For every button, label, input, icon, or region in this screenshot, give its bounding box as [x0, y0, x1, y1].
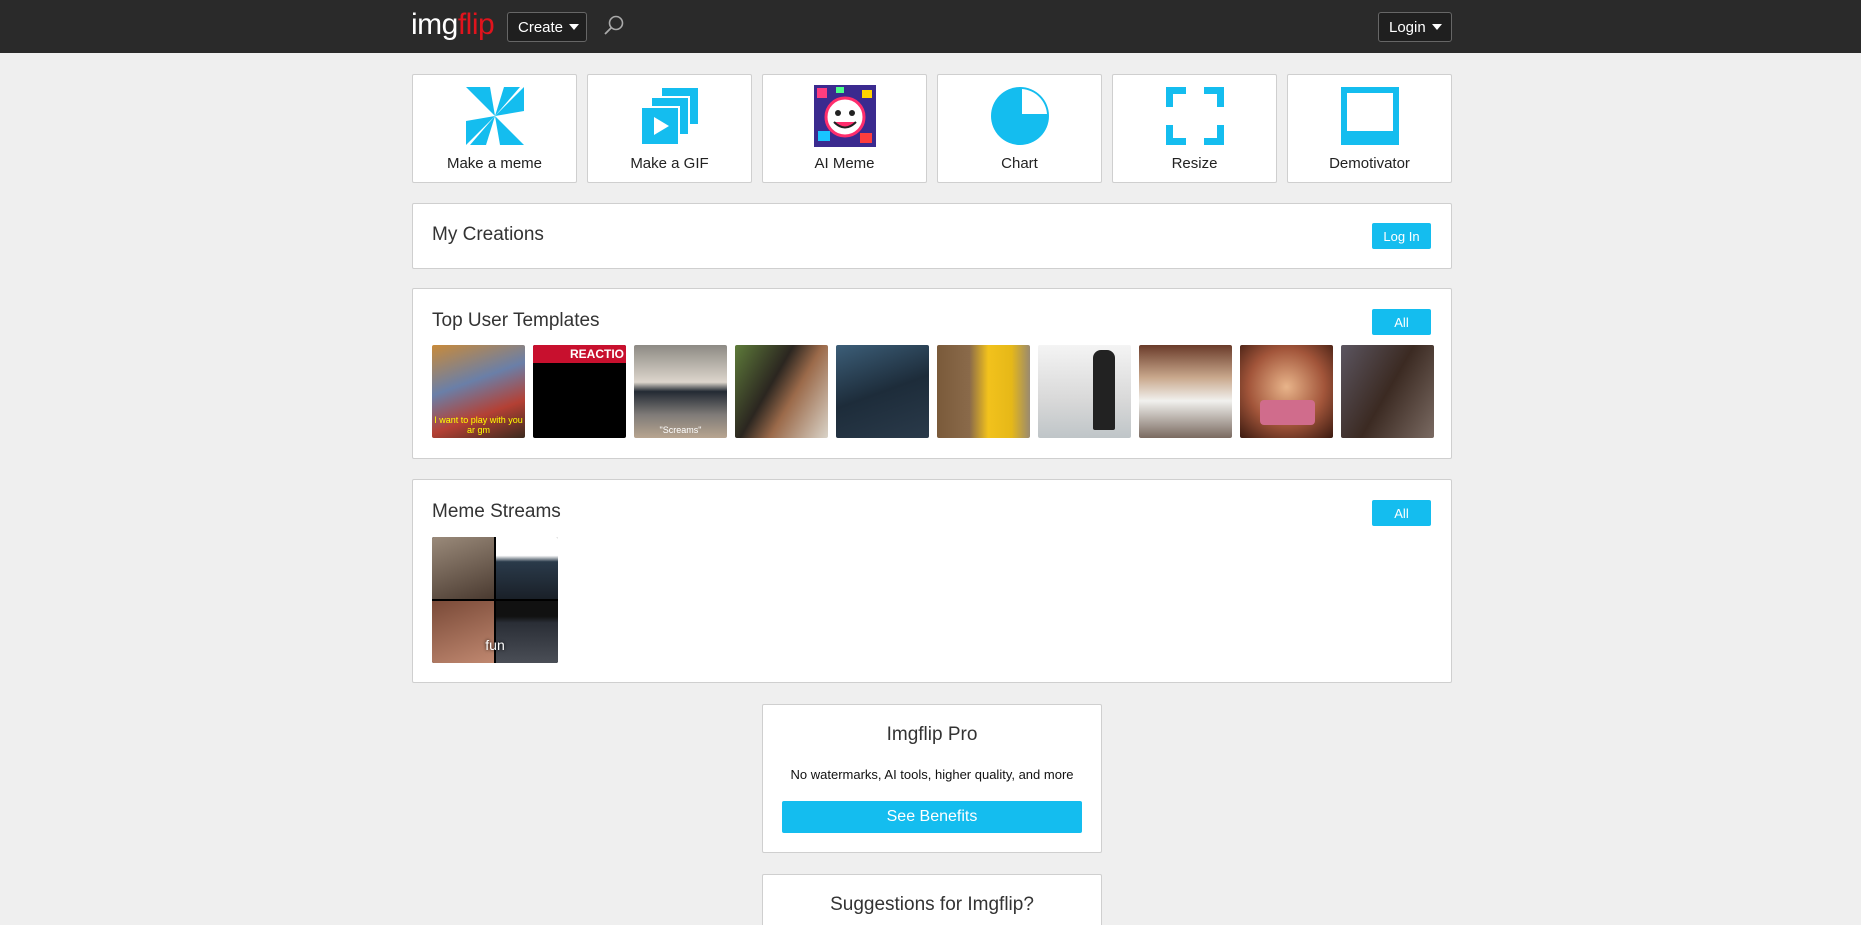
my-creations-title: My Creations: [432, 224, 544, 245]
caret-down-icon: [569, 24, 580, 30]
pro-description: No watermarks, AI tools, higher quality,…: [790, 767, 1074, 782]
ai-meme-icon: [813, 85, 876, 147]
template-thumbnails: I want to play with you ar gm REACTIO "S…: [432, 345, 1434, 438]
top-templates-title: Top User Templates: [432, 310, 600, 331]
template-thumb[interactable]: [1139, 345, 1232, 438]
imgflip-pro-card: Imgflip Pro No watermarks, AI tools, hig…: [762, 704, 1102, 853]
tool-make-a-meme[interactable]: Make a meme: [412, 74, 577, 183]
template-thumb[interactable]: [1240, 345, 1333, 438]
tool-chart[interactable]: Chart: [937, 74, 1102, 183]
my-creations-panel: My Creations Log In: [412, 203, 1452, 269]
resize-corners-icon: [1165, 87, 1224, 145]
tool-demotivator[interactable]: Demotivator: [1287, 74, 1452, 183]
stream-preview-image: [496, 601, 558, 663]
login-menu-button[interactable]: Login: [1378, 12, 1452, 42]
template-thumb[interactable]: [937, 345, 1030, 438]
tool-label: AI Meme: [814, 155, 875, 172]
meme-streams-panel: Meme Streams All fun: [412, 479, 1452, 683]
stream-preview-image: [496, 537, 558, 599]
caret-down-icon: [1431, 24, 1442, 30]
stream-fun-tile[interactable]: fun: [432, 537, 558, 663]
pie-chart-icon: [990, 87, 1049, 145]
demotivator-frame-icon: [1340, 87, 1399, 145]
templates-all-button[interactable]: All: [1372, 309, 1431, 335]
tool-make-a-gif[interactable]: Make a GIF: [587, 74, 752, 183]
pinwheel-icon: [465, 87, 524, 145]
create-menu-button[interactable]: Create: [507, 12, 587, 42]
imgflip-logo[interactable]: imgflip: [411, 8, 495, 42]
tool-label: Make a meme: [446, 155, 543, 172]
see-benefits-button[interactable]: See Benefits: [782, 801, 1082, 833]
template-thumb[interactable]: [836, 345, 929, 438]
tool-label: Resize: [1171, 155, 1218, 172]
template-caption: I want to play with you ar gm: [434, 415, 523, 435]
template-thumb[interactable]: I want to play with you ar gm: [432, 345, 525, 438]
logo-text-flip: flip: [457, 8, 495, 41]
logo-text-img: img: [411, 8, 458, 41]
login-label: Login: [1389, 18, 1426, 36]
tool-label: Chart: [1001, 155, 1038, 172]
search-icon[interactable]: [602, 14, 626, 38]
streams-all-button[interactable]: All: [1372, 500, 1431, 526]
template-thumb[interactable]: "Screams": [634, 345, 727, 438]
top-header: imgflip Create Login: [0, 0, 1861, 53]
template-thumb[interactable]: [1341, 345, 1434, 438]
stream-preview-image: [432, 537, 494, 599]
tool-resize[interactable]: Resize: [1112, 74, 1277, 183]
log-in-button[interactable]: Log In: [1372, 223, 1431, 249]
pro-title: Imgflip Pro: [886, 724, 978, 745]
tool-ai-meme[interactable]: AI Meme: [762, 74, 927, 183]
tool-label: Make a GIF: [630, 155, 709, 172]
meme-streams-title: Meme Streams: [432, 501, 561, 522]
tool-label: Demotivator: [1329, 155, 1410, 172]
template-thumb[interactable]: [735, 345, 828, 438]
gif-stack-icon: [639, 86, 700, 146]
create-label: Create: [518, 18, 564, 36]
stream-label: fun: [485, 637, 505, 653]
template-caption: "Screams": [659, 425, 702, 435]
template-thumb[interactable]: [1038, 345, 1131, 438]
template-caption: REACTIO: [570, 347, 624, 361]
top-user-templates-panel: Top User Templates All I want to play wi…: [412, 288, 1452, 459]
suggestions-title: Suggestions for Imgflip?: [830, 894, 1034, 915]
stream-preview-image: [432, 601, 494, 663]
suggestions-card: Suggestions for Imgflip?: [762, 874, 1102, 925]
template-thumb[interactable]: REACTIO: [533, 345, 626, 438]
